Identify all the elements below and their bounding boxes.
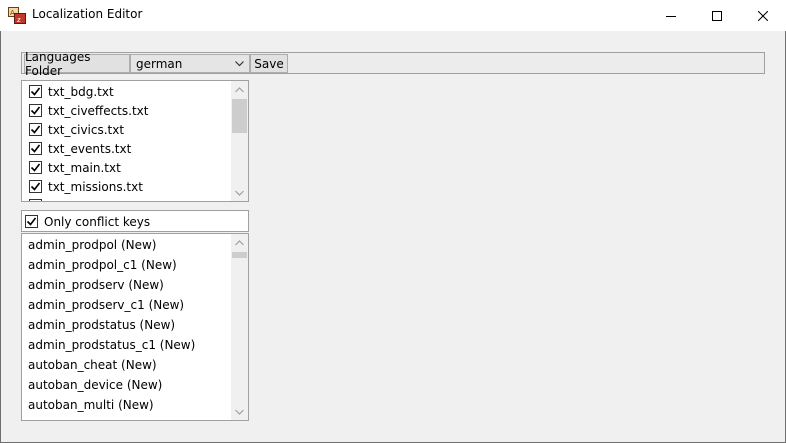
file-item-label: txt_bdg.txt <box>48 84 114 99</box>
list-item[interactable]: autoban_device (New) <box>28 375 162 395</box>
minimize-icon <box>666 15 676 17</box>
only-conflict-checkbox[interactable] <box>25 215 38 228</box>
chevron-down-icon <box>235 61 244 67</box>
maximize-icon <box>712 10 722 21</box>
close-icon <box>758 10 768 21</box>
checkmark-icon <box>30 182 41 191</box>
language-select-value: german <box>136 57 183 71</box>
checkmark-icon <box>30 106 41 115</box>
chevron-down-icon <box>235 190 244 196</box>
list-item[interactable]: autoban_multi (New) <box>28 395 154 415</box>
list-item[interactable]: admin_prodserv (New) <box>28 275 164 295</box>
checkbox[interactable] <box>29 142 42 155</box>
list-item[interactable]: admin_prodpol_c1 (New) <box>28 255 177 275</box>
toolbar: Languages Folder german Save <box>21 50 765 78</box>
file-item-label: txt_missions.txt <box>48 179 143 194</box>
app-icon: A z <box>8 7 26 24</box>
checkmark-icon <box>30 163 41 172</box>
minimize-button[interactable] <box>648 0 694 31</box>
title-bar[interactable]: A z Localization Editor <box>0 0 786 31</box>
maximize-button[interactable] <box>694 0 740 31</box>
file-item[interactable]: txt_bdg.txt <box>29 82 114 101</box>
files-checklist[interactable]: txt_bdg.txt txt_civeffects.txt txt_civic… <box>21 80 249 202</box>
scroll-up-button[interactable] <box>231 234 248 251</box>
checkmark-icon <box>30 87 41 96</box>
file-item-label: txt_events.txt <box>48 141 132 156</box>
svg-text:z: z <box>17 16 21 24</box>
chevron-up-icon <box>235 239 244 245</box>
list-item[interactable]: admin_prodstatus_c1 (New) <box>28 335 195 355</box>
conflict-filter-bar: Only conflict keys <box>21 210 249 232</box>
file-item[interactable]: txt_civics.txt <box>29 120 124 139</box>
file-item-label: txt_civeffects.txt <box>48 103 149 118</box>
window-title: Localization Editor <box>32 7 143 21</box>
checkbox[interactable] <box>29 123 42 136</box>
scroll-down-button[interactable] <box>231 403 248 420</box>
checkbox[interactable] <box>29 85 42 98</box>
scroll-up-button[interactable] <box>231 81 248 98</box>
file-item[interactable]: txt_civeffects.txt <box>29 101 148 120</box>
chevron-down-icon <box>235 409 244 415</box>
checkmark-icon <box>30 144 41 153</box>
checkbox[interactable] <box>29 161 42 174</box>
checkbox[interactable] <box>29 180 42 193</box>
scroll-thumb[interactable] <box>232 99 247 133</box>
checkbox[interactable] <box>29 104 42 117</box>
chevron-up-icon <box>235 86 244 92</box>
list-item[interactable]: admin_prodserv_c1 (New) <box>28 295 184 315</box>
file-item-label: txt_main.txt <box>48 160 121 175</box>
scroll-down-button[interactable] <box>231 184 248 201</box>
list-item[interactable]: admin_prodpol (New) <box>28 235 157 255</box>
languages-folder-button[interactable]: Languages Folder <box>24 50 130 78</box>
file-item-label: txt_civics.txt <box>48 122 125 137</box>
file-item[interactable]: txt_main.txt <box>29 158 121 177</box>
scroll-thumb[interactable] <box>232 252 247 258</box>
file-item-partial[interactable] <box>29 196 48 201</box>
only-conflict-checkbox-row[interactable]: Only conflict keys <box>25 212 150 231</box>
only-conflict-label: Only conflict keys <box>44 214 151 229</box>
list-item[interactable]: admin_prodstatus (New) <box>28 315 175 335</box>
file-item[interactable]: txt_missions.txt <box>29 177 143 196</box>
file-item[interactable]: txt_events.txt <box>29 139 131 158</box>
language-select[interactable]: german <box>130 54 250 73</box>
checkmark-icon <box>30 125 41 134</box>
save-button[interactable]: Save <box>250 54 288 73</box>
files-scrollbar[interactable] <box>231 81 248 201</box>
keys-list[interactable]: admin_prodpol (New) admin_prodpol_c1 (Ne… <box>21 233 249 421</box>
keys-scrollbar[interactable] <box>231 234 248 420</box>
checkbox[interactable] <box>29 199 42 201</box>
checkmark-icon <box>26 217 37 226</box>
close-button[interactable] <box>740 0 786 31</box>
list-item[interactable]: autoban_cheat (New) <box>28 355 157 375</box>
